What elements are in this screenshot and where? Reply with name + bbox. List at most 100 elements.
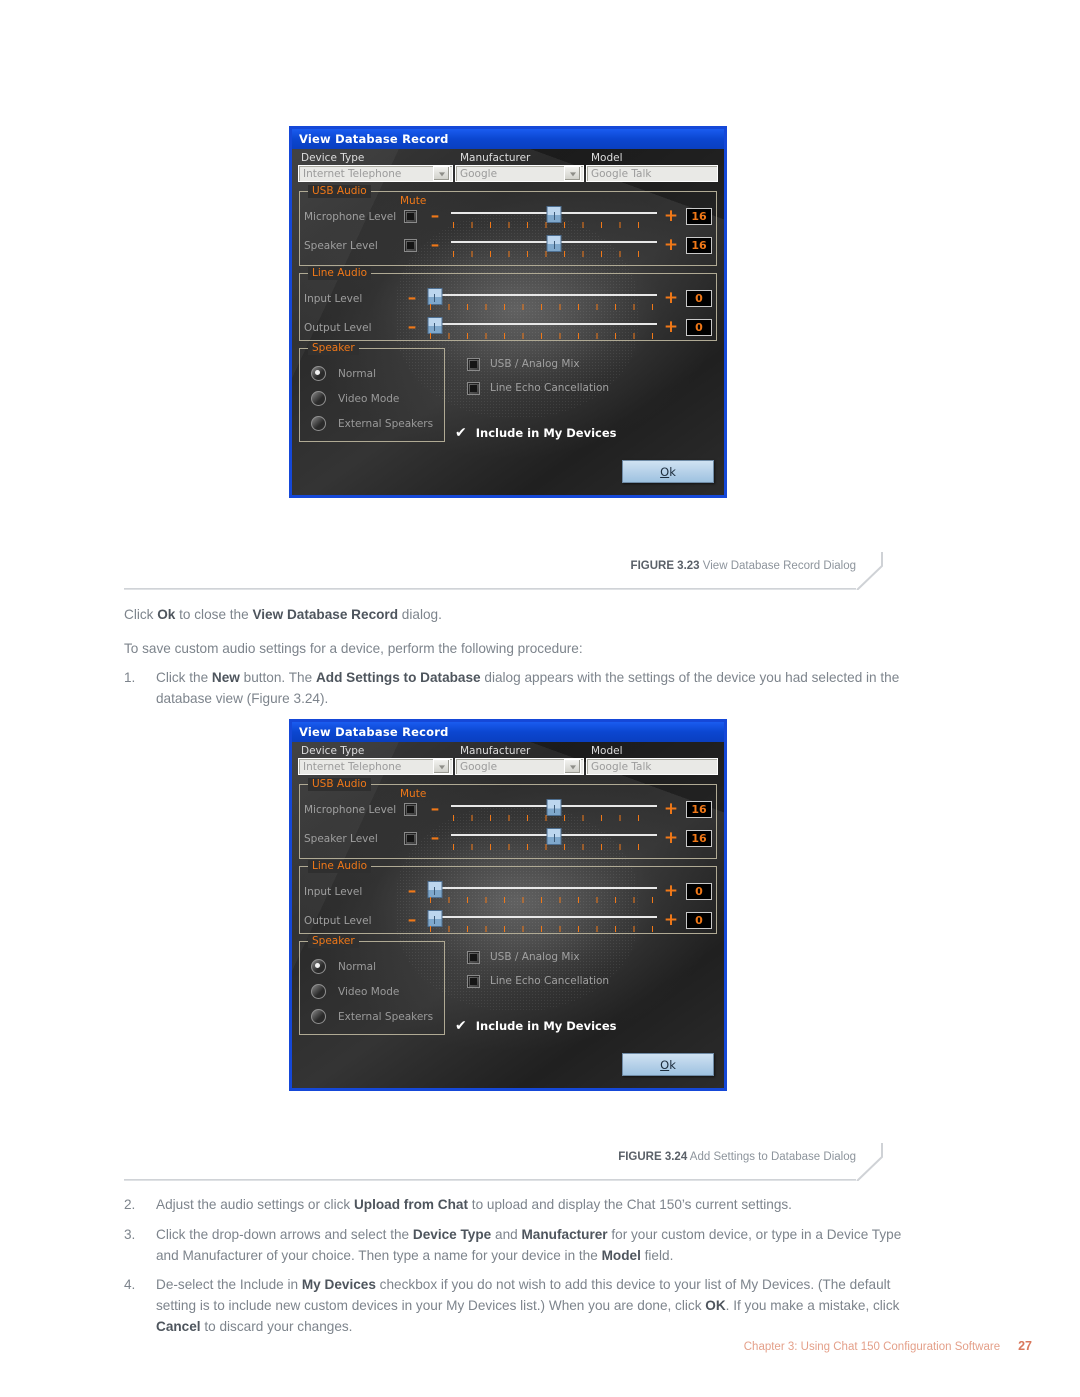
model-input[interactable]: Google Talk — [586, 165, 718, 182]
radio-icon[interactable] — [311, 416, 326, 431]
line-echo-cancellation-row[interactable]: Line Echo Cancellation — [467, 376, 609, 400]
input-increase-button[interactable]: + — [663, 290, 679, 307]
slider-thumb[interactable] — [427, 909, 443, 927]
slider-thumb[interactable] — [427, 316, 443, 334]
slider-thumb[interactable] — [427, 880, 443, 898]
input-decrease-button[interactable]: – — [404, 883, 420, 900]
speaker-option-normal[interactable]: Normal — [300, 361, 444, 386]
microphone-level-slider[interactable] — [451, 798, 657, 822]
microphone-level-label: Microphone Level — [304, 803, 397, 816]
radio-icon[interactable] — [311, 366, 326, 381]
output-increase-button[interactable]: + — [663, 319, 679, 336]
text-bold-device-type: Device Type — [412, 1227, 492, 1242]
output-level-value: 0 — [686, 912, 712, 929]
line-echo-cancellation-checkbox[interactable] — [467, 381, 480, 395]
figure-corner-fold-icon-323 — [856, 552, 883, 590]
line-echo-cancellation-row[interactable]: Line Echo Cancellation — [467, 969, 609, 993]
slider-ticks — [430, 303, 655, 310]
input-increase-button[interactable]: + — [663, 883, 679, 900]
input-level-slider[interactable] — [427, 880, 657, 904]
ok-button[interactable]: Ok — [622, 1053, 714, 1076]
slider-thumb[interactable] — [546, 798, 562, 816]
output-level-slider[interactable] — [427, 909, 657, 933]
device-type-dropdown[interactable]: Internet Telephone — [298, 165, 453, 182]
speaker-option-video-mode[interactable]: Video Mode — [300, 979, 444, 1004]
slider-track — [428, 886, 657, 889]
microphone-mute-checkbox[interactable] — [404, 803, 417, 816]
text-seg: Click the — [156, 670, 212, 685]
input-level-label: Input Level — [304, 292, 363, 305]
usb-analog-mix-checkbox[interactable] — [467, 950, 480, 964]
output-decrease-button[interactable]: – — [404, 319, 420, 336]
chevron-down-icon[interactable] — [564, 166, 581, 181]
microphone-decrease-button[interactable]: – — [427, 208, 443, 225]
line-audio-legend: Line Audio — [308, 860, 372, 873]
speaker-option-video-mode[interactable]: Video Mode — [300, 386, 444, 411]
device-type-label: Device Type — [301, 745, 365, 757]
speaker-decrease-button[interactable]: – — [427, 237, 443, 254]
microphone-mute-checkbox[interactable] — [404, 210, 417, 223]
text-seg: to discard your changes. — [200, 1319, 353, 1334]
field-inputs-row-2: Internet Telephone Google Google Talk — [297, 758, 719, 777]
chevron-down-icon[interactable] — [433, 166, 450, 181]
output-increase-button[interactable]: + — [663, 912, 679, 929]
input-level-row: Input Level – + 0 — [304, 877, 712, 906]
microphone-increase-button[interactable]: + — [663, 801, 679, 818]
slider-thumb[interactable] — [546, 827, 562, 845]
speaker-mode-group: Speaker Normal Video Mode External Speak… — [299, 342, 445, 442]
microphone-level-slider[interactable] — [451, 205, 657, 229]
usb-analog-mix-row[interactable]: USB / Analog Mix — [467, 352, 609, 376]
usb-analog-mix-label: USB / Analog Mix — [490, 358, 580, 370]
figure-corner-fold-icon-324 — [856, 1143, 883, 1181]
microphone-increase-button[interactable]: + — [663, 208, 679, 225]
radio-icon[interactable] — [311, 959, 326, 974]
radio-icon[interactable] — [311, 391, 326, 406]
microphone-level-label: Microphone Level — [304, 210, 397, 223]
manufacturer-label: Manufacturer — [460, 745, 531, 757]
output-level-value: 0 — [686, 319, 712, 336]
figure-number-324: FIGURE 3.24 — [618, 1151, 688, 1163]
microphone-decrease-button[interactable]: – — [427, 801, 443, 818]
speaker-option-external-speakers[interactable]: External Speakers — [300, 1004, 444, 1029]
speaker-mute-checkbox[interactable] — [404, 832, 417, 845]
input-decrease-button[interactable]: – — [404, 290, 420, 307]
speaker-mute-checkbox[interactable] — [404, 239, 417, 252]
checkmark-icon[interactable]: ✔ — [455, 426, 467, 440]
usb-analog-mix-row[interactable]: USB / Analog Mix — [467, 945, 609, 969]
speaker-increase-button[interactable]: + — [663, 830, 679, 847]
slider-thumb[interactable] — [546, 234, 562, 252]
slider-thumb[interactable] — [546, 205, 562, 223]
footer-chapter-text: Chapter 3: Using Chat 150 Configuration … — [743, 1341, 1001, 1353]
text-bold-new: New — [211, 670, 240, 685]
slider-thumb[interactable] — [427, 287, 443, 305]
usb-analog-mix-checkbox[interactable] — [467, 357, 480, 371]
line-echo-cancellation-checkbox[interactable] — [467, 974, 480, 988]
speaker-increase-button[interactable]: + — [663, 237, 679, 254]
mute-label: Mute — [400, 788, 427, 800]
speaker-decrease-button[interactable]: – — [427, 830, 443, 847]
speaker-option-external-speakers[interactable]: External Speakers — [300, 411, 444, 436]
speaker-level-label: Speaker Level — [304, 832, 378, 845]
radio-icon[interactable] — [311, 984, 326, 999]
speaker-level-slider[interactable] — [451, 827, 657, 851]
manufacturer-dropdown[interactable]: Google — [455, 758, 584, 775]
device-type-dropdown[interactable]: Internet Telephone — [298, 758, 453, 775]
text-bold-my-devices: My Devices — [301, 1277, 376, 1292]
checkmark-icon[interactable]: ✔ — [455, 1019, 467, 1033]
mute-label: Mute — [400, 195, 427, 207]
chevron-down-icon[interactable] — [564, 759, 581, 774]
input-level-slider[interactable] — [427, 287, 657, 311]
output-level-slider[interactable] — [427, 316, 657, 340]
include-in-my-devices-row[interactable]: ✔ Include in My Devices — [455, 426, 617, 440]
speaker-level-slider[interactable] — [451, 234, 657, 258]
radio-icon[interactable] — [311, 1009, 326, 1024]
include-in-my-devices-row[interactable]: ✔ Include in My Devices — [455, 1019, 617, 1033]
speaker-option-normal[interactable]: Normal — [300, 954, 444, 979]
manufacturer-dropdown[interactable]: Google — [455, 165, 584, 182]
output-decrease-button[interactable]: – — [404, 912, 420, 929]
model-input[interactable]: Google Talk — [586, 758, 718, 775]
ok-button[interactable]: Ok — [622, 460, 714, 483]
step-number: 1. — [124, 670, 136, 685]
chevron-down-icon[interactable] — [433, 759, 450, 774]
line-audio-group: Line Audio Input Level – + 0 Output Leve… — [299, 267, 717, 341]
